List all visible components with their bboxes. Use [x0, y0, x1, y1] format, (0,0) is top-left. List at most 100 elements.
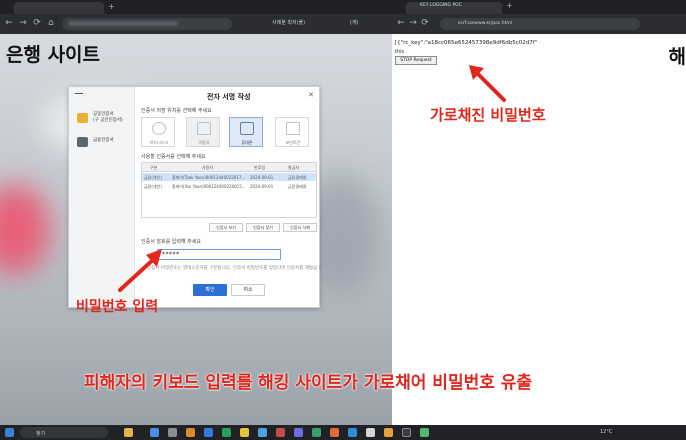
- store-option-label: 하드디스크: [149, 140, 169, 145]
- bookmark-item[interactable]: 사례분 최저(플): [272, 19, 305, 26]
- windows-start-icon[interactable]: [5, 428, 14, 437]
- address-bar: ← → ⟳ ssrf.ssswww.kr/poc.html: [392, 14, 686, 34]
- new-tab-icon[interactable]: +: [108, 2, 120, 14]
- tab-active[interactable]: [14, 2, 104, 14]
- dialog-title: 전자 서명 작성: [207, 93, 251, 101]
- back-icon[interactable]: ←: [4, 18, 14, 28]
- weather-text: 12°C: [600, 429, 613, 435]
- table-cell: 2024-09-01: [250, 184, 274, 189]
- app-icon[interactable]: [204, 428, 213, 437]
- shield-icon: [77, 137, 88, 147]
- taskbar-search[interactable]: 찾기: [20, 427, 108, 438]
- password-section-label: 인증서 암호를 입력해 주세요: [141, 239, 201, 245]
- storage-section-label: 인증서 저장 위치를 선택해 주세요: [141, 108, 212, 114]
- app-icon[interactable]: [240, 428, 249, 437]
- right-browser-window: KEY LOGGING POC + ← → ⟳ ssrf.ssswww.kr/p…: [392, 0, 686, 425]
- table-header-cell: 사용자: [202, 165, 214, 170]
- app-icon[interactable]: [150, 428, 159, 437]
- password-field[interactable]: *****: [157, 249, 281, 260]
- forward-icon[interactable]: →: [408, 18, 418, 28]
- left-browser-window: + ← → ⟳ ⌂ 사례분 최저(플) (게) 은행 사이트 공동인증서 (구 …: [0, 0, 392, 425]
- table-row[interactable]: 금융(개인) 홍재이(Taek Yoon)00012440022017... 2…: [142, 173, 316, 181]
- find-cert-button[interactable]: 인증서 찾기: [246, 223, 280, 232]
- bookmark-item[interactable]: (게): [350, 19, 359, 26]
- blurred-graphic: [0, 184, 50, 274]
- certificate-icon: [77, 113, 88, 123]
- app-icon[interactable]: [276, 428, 285, 437]
- app-icon[interactable]: [168, 428, 177, 437]
- back-icon[interactable]: ←: [396, 18, 406, 28]
- table-header-cell: 만료일: [254, 165, 266, 170]
- app-icon[interactable]: [420, 428, 429, 437]
- ok-button[interactable]: 확인: [193, 284, 227, 296]
- app-icon[interactable]: [312, 428, 321, 437]
- sidebar-item-finance-cert[interactable]: 금융인증서: [77, 135, 135, 151]
- store-option-security-token[interactable]: 보안토큰: [275, 117, 309, 147]
- phone-icon: [240, 122, 254, 135]
- red-arrow-icon: [469, 65, 506, 102]
- close-icon[interactable]: ✕: [308, 91, 314, 99]
- table-cell: 금융(개인): [144, 184, 162, 189]
- tab-title: KEY LOGGING POC: [420, 3, 462, 8]
- url-input[interactable]: [62, 18, 232, 30]
- table-row[interactable]: 금융(개인) 홍재이(Yoo Yoon)000124400220015... 2…: [142, 182, 316, 190]
- table-cell: 홍재이(Taek Yoon)00012440022017...: [172, 175, 246, 180]
- usb-icon: [197, 122, 211, 135]
- token-icon: [286, 122, 300, 135]
- app-icon[interactable]: [294, 428, 303, 437]
- app-icon[interactable]: [384, 428, 393, 437]
- store-option-removable[interactable]: 이동식: [186, 117, 220, 147]
- stop-request-button[interactable]: STOP Request: [395, 56, 437, 65]
- minimize-icon[interactable]: [75, 93, 83, 94]
- url-text-blurred: [68, 21, 178, 26]
- taskbar-search-label: 찾기: [36, 431, 46, 437]
- home-icon[interactable]: ⌂: [46, 18, 56, 28]
- sidebar-item-label: 공동인증서 (구 공인인증서): [93, 112, 123, 123]
- url-input[interactable]: ssrf.ssswww.kr/poc.html: [440, 18, 640, 30]
- log-line: this: [395, 49, 405, 55]
- truncated-heading: 해: [668, 46, 686, 68]
- table-header-cell: 구분: [150, 165, 158, 170]
- caption: 피해자의 키보드 입력를 해킹 사이트가 가로채어 비밀번호 유출: [84, 373, 533, 393]
- app-icon[interactable]: [348, 428, 357, 437]
- reload-icon[interactable]: ⟳: [32, 18, 42, 28]
- cancel-button[interactable]: 취소: [231, 284, 265, 296]
- captured-keystroke-log: [{"rc_key":"a18cc065e652457398e9df6db5c0…: [395, 40, 538, 46]
- table-header-cell: 발급자: [288, 165, 300, 170]
- sidebar-item-joint-cert[interactable]: 공동인증서 (구 공인인증서): [77, 111, 135, 127]
- hard-disk-icon: [152, 122, 166, 135]
- terminal-icon[interactable]: [402, 428, 411, 437]
- table-header: 구분 사용자 만료일 발급자: [142, 163, 316, 172]
- taskbar: 찾기 12°C: [0, 425, 686, 440]
- app-icon[interactable]: [366, 428, 375, 437]
- red-arrow-icon: [118, 249, 162, 292]
- app-icon[interactable]: [258, 428, 267, 437]
- site-label: 은행 사이트: [6, 44, 101, 66]
- table-cell: 금융결제원: [288, 184, 307, 189]
- store-option-phone[interactable]: 휴대폰: [229, 117, 263, 147]
- delete-cert-button[interactable]: 인증서 삭제: [283, 223, 317, 232]
- reload-icon[interactable]: ⟳: [420, 18, 430, 28]
- annotation-password-input: 비밀번호 입력: [76, 299, 159, 315]
- table-cell: 2024-09-01: [250, 175, 274, 180]
- annotation-intercepted-password: 가로채진 비밀번호: [430, 106, 546, 124]
- tab-bar: KEY LOGGING POC +: [392, 0, 686, 14]
- table-cell: 금융결제원: [288, 175, 307, 180]
- view-cert-button[interactable]: 인증서 보기: [209, 223, 243, 232]
- store-option-hard-disk[interactable]: 하드디스크: [141, 117, 175, 147]
- forward-icon[interactable]: →: [18, 18, 28, 28]
- new-tab-icon[interactable]: +: [506, 1, 513, 10]
- sidebar-item-label: 금융인증서: [93, 138, 114, 143]
- store-option-label: 보안토큰: [285, 140, 301, 145]
- url-text: ssrf.ssswww.kr/poc.html: [458, 21, 513, 26]
- certificate-table: 구분 사용자 만료일 발급자 금융(개인) 홍재이(Taek Yoon)0001…: [141, 162, 317, 218]
- table-cell: 홍재이(Yoo Yoon)000124400220015...: [172, 184, 246, 189]
- store-option-label: 이동식: [198, 140, 210, 145]
- app-icon[interactable]: [330, 428, 339, 437]
- app-icon[interactable]: [222, 428, 231, 437]
- address-bar: ← → ⟳ ⌂ 사례분 최저(플) (게): [0, 14, 392, 34]
- password-hint: 인증서 비밀번호는 영대소문자를 구분합니다. 인증서 비밀번호를 잊었다면 인…: [147, 266, 323, 271]
- e-signature-dialog: 공동인증서 (구 공인인증서) 금융인증서 전자 서명 작성 ✕ 인증서 저장 …: [68, 86, 323, 308]
- folder-icon[interactable]: [186, 428, 195, 437]
- app-icon[interactable]: [124, 428, 133, 437]
